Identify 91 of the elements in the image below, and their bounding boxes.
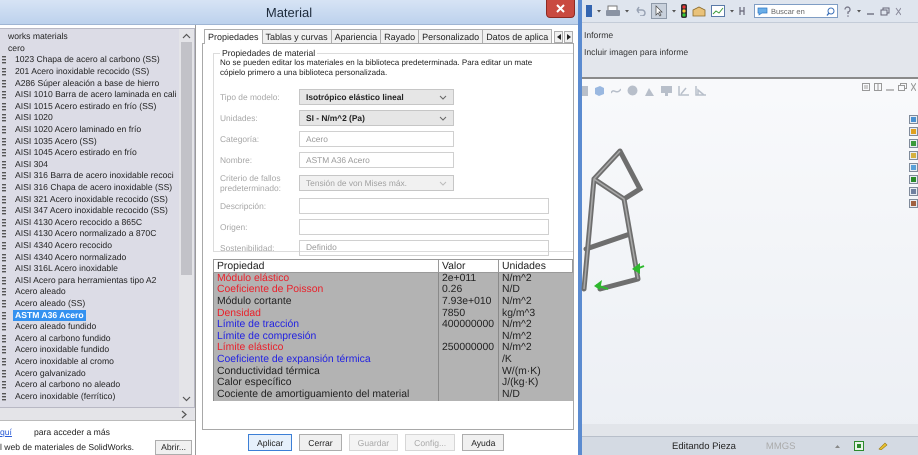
tree-item[interactable]: AISI 1015 Acero estirado en frío (SS) bbox=[13, 100, 158, 112]
tree-item[interactable]: AISI 304 bbox=[13, 158, 50, 170]
tree-item[interactable]: AISI 321 Acero inoxidable recocido (SS) bbox=[13, 194, 170, 205]
tree-item[interactable]: cero bbox=[6, 42, 27, 54]
units-cell: N/D bbox=[498, 388, 572, 401]
tab[interactable]: Rayado bbox=[380, 29, 420, 43]
value-cell: 250000000 bbox=[438, 342, 498, 354]
tree-item[interactable]: Acero aleado (SS) bbox=[13, 298, 88, 309]
tree-item[interactable]: AISI 316 Chapa de acero inoxidable (SS) bbox=[13, 182, 174, 194]
window-title: Material bbox=[266, 4, 312, 20]
units-cell: N/m^2 bbox=[498, 330, 572, 343]
tree-item[interactable]: AISI 347 Acero inoxidable recocido (SS) bbox=[13, 205, 170, 216]
tab[interactable]: Personalizado bbox=[418, 29, 484, 43]
tree-item[interactable]: Acero inoxidable al cromo bbox=[13, 356, 116, 367]
column-header: Unidades bbox=[498, 260, 572, 272]
tree-item[interactable]: 1023 Chapa de acero al carbono (SS) bbox=[13, 54, 162, 66]
tree-item[interactable]: AISI 1045 Acero estirado en frío bbox=[13, 147, 139, 158]
field-label: Nombre: bbox=[220, 155, 254, 165]
units-cell: N/m^2 bbox=[498, 342, 572, 354]
units-cell: /K bbox=[498, 354, 572, 366]
field-label: Criterio de fallos predeterminado: bbox=[220, 173, 282, 193]
tree-item[interactable]: AISI 316 Barra de acero inoxidable recoci bbox=[13, 170, 176, 182]
tree-item[interactable]: AISI 1020 Acero laminado en frío bbox=[13, 124, 144, 136]
report-title: Informe bbox=[584, 30, 614, 42]
value-cell: 2e+011 bbox=[438, 272, 498, 285]
tree-item[interactable]: works materials bbox=[6, 31, 70, 42]
dialog-button[interactable]: Aplicar bbox=[248, 434, 292, 451]
units-cell: W/(m·K) bbox=[498, 366, 572, 378]
tree-item[interactable]: AISI 1020 bbox=[13, 112, 55, 124]
library-note: l web de materiales de SolidWorks. bbox=[0, 442, 134, 452]
units-cell: N/m^2 bbox=[498, 296, 572, 308]
library-link[interactable]: quí bbox=[0, 426, 12, 437]
field-label: Tipo de modelo: bbox=[220, 92, 281, 102]
property-cell: Módulo elástico bbox=[214, 272, 438, 285]
units-cell: J/(kg·K) bbox=[498, 377, 572, 389]
column-header: Valor bbox=[438, 260, 498, 272]
tree-item[interactable]: AISI 4340 Acero normalizado bbox=[13, 252, 128, 263]
value-cell: 0.26 bbox=[438, 284, 498, 296]
tree-item[interactable]: Acero inoxidable (ferrítico) bbox=[13, 390, 118, 402]
dropdown[interactable]: Isotrópico elástico lineal bbox=[299, 89, 454, 105]
units-cell: N/m^2 bbox=[498, 272, 572, 285]
notice-text: No se pueden editar los materiales en la biblioteca predeterminada. Para editar un mate cópielo primero a una biblioteca personalizada. bbox=[220, 58, 534, 78]
tree-item[interactable]: Acero aleado bbox=[13, 286, 68, 298]
tree-item[interactable]: Acero al carbono no aleado bbox=[13, 379, 122, 390]
value-cell: 400000000 bbox=[438, 319, 498, 331]
field-label: Unidades: bbox=[220, 113, 259, 123]
tree-item[interactable]: AISI 4340 Acero recocido bbox=[13, 240, 114, 251]
tree-item[interactable]: AISI Acero para herramientas tipo A2 bbox=[13, 274, 158, 286]
tab[interactable]: Propiedades bbox=[204, 29, 263, 44]
field-label: Origen: bbox=[220, 222, 248, 232]
property-cell: Límite de tracción bbox=[214, 319, 438, 331]
field-label: Sostenibilidad: bbox=[220, 243, 276, 253]
tab[interactable]: Datos de aplica bbox=[482, 29, 552, 43]
property-cell: Coeficiente de expansión térmica bbox=[214, 354, 438, 366]
units-cell: N/D bbox=[498, 284, 572, 296]
tree-item[interactable]: AISI 1010 Barra de acero laminada en cali bbox=[13, 89, 178, 100]
report-option[interactable]: Incluir imagen para informe bbox=[584, 47, 918, 64]
tree-item[interactable]: Acero inoxidable fundido bbox=[13, 344, 112, 356]
property-cell: Conductividad térmica bbox=[214, 366, 438, 378]
tab[interactable]: Tablas y curvas bbox=[262, 29, 332, 43]
property-cell: Calor específico bbox=[214, 377, 438, 389]
units-cell: kg/m^3 bbox=[498, 308, 572, 320]
tree-item[interactable]: Acero galvanizado bbox=[13, 368, 88, 379]
property-cell: Coeficiente de Poisson bbox=[214, 284, 438, 296]
property-cell: Cociente de amortiguamiento del material bbox=[214, 388, 438, 401]
open-button[interactable]: Abrir... bbox=[155, 440, 192, 455]
tree-item[interactable]: 201 Acero inoxidable recocido (SS) bbox=[13, 66, 152, 78]
tree-item[interactable]: AISI 4130 Acero normalizado a 870C bbox=[13, 228, 158, 240]
tree-item[interactable]: Acero aleado fundido bbox=[13, 321, 98, 332]
property-cell: Densidad bbox=[214, 308, 438, 320]
value-cell: 7.93e+010 bbox=[438, 296, 498, 308]
tree-item[interactable]: AISI 316L Acero inoxidable bbox=[13, 263, 120, 274]
property-cell: Límite de compresión bbox=[214, 330, 438, 343]
dialog-button[interactable]: Ayuda bbox=[462, 434, 504, 451]
dropdown[interactable]: SI - N/m^2 (Pa) bbox=[299, 110, 454, 126]
status-mode: Editando Pieza bbox=[672, 440, 736, 452]
tab[interactable]: Apariencia bbox=[330, 29, 382, 43]
tree-item[interactable]: AISI 4130 Acero recocido a 865C bbox=[13, 216, 144, 228]
property-cell: Módulo cortante bbox=[214, 296, 438, 308]
group-title: Propiedades de material bbox=[221, 48, 316, 58]
tree-item[interactable]: AISI 1035 Acero (SS) bbox=[13, 136, 99, 147]
tree-item[interactable]: A286 Súper aleación a base de hierro bbox=[13, 78, 162, 89]
field-label: Categoría: bbox=[220, 134, 260, 144]
property-cell: Límite elástico bbox=[214, 342, 438, 354]
dialog-button[interactable]: Cerrar bbox=[299, 434, 342, 451]
value-cell: 7850 bbox=[438, 308, 498, 320]
units-cell: N/m^2 bbox=[498, 319, 572, 331]
tree-item[interactable]: Acero al carbono fundido bbox=[13, 332, 113, 344]
column-header: Propiedad bbox=[214, 260, 438, 272]
field-label: Descripción: bbox=[220, 201, 268, 211]
library-note: para acceder a más bbox=[34, 426, 110, 437]
